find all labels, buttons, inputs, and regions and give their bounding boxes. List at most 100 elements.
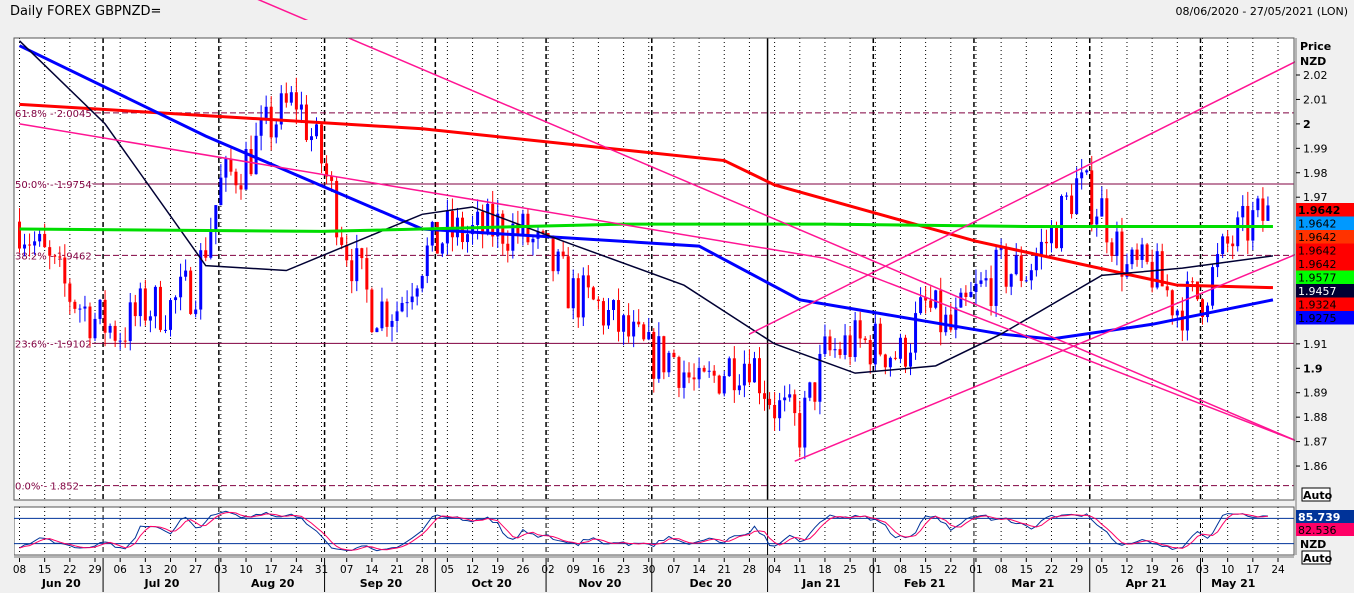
candle-body — [380, 301, 384, 329]
candle-body — [174, 297, 178, 301]
candle-body — [410, 296, 414, 303]
candle — [717, 374, 721, 395]
candle-body — [430, 221, 434, 246]
x-tick-label: 16 — [592, 564, 606, 576]
x-tick-label: 10 — [239, 564, 252, 576]
candle-body — [78, 308, 82, 310]
x-tick-label: 29 — [1070, 564, 1083, 576]
candle-body — [58, 256, 62, 258]
month-label: Mar 21 — [1011, 577, 1054, 590]
x-tick-label: 13 — [139, 564, 152, 576]
candle-body — [1105, 198, 1109, 243]
candle-body — [657, 336, 661, 379]
fib-label: 23.6% - 1.9102 — [15, 339, 92, 350]
candle-body — [88, 306, 92, 339]
candle-body — [868, 340, 872, 365]
candle-body — [360, 248, 364, 259]
candle-body — [239, 185, 243, 190]
candle-body — [939, 290, 943, 333]
candle-body — [1065, 195, 1069, 197]
candle-body — [425, 245, 429, 277]
candle-body — [1165, 286, 1169, 291]
x-tick-label: 22 — [944, 564, 957, 576]
y-tick-label: 1.86 — [1303, 460, 1328, 473]
candle-body — [450, 211, 454, 238]
candle-body — [1246, 205, 1250, 241]
candle-body — [340, 237, 344, 245]
x-tick-label: 05 — [1095, 564, 1108, 576]
candle-body — [798, 413, 802, 448]
x-tick-label: 08 — [894, 564, 907, 576]
candle-body — [969, 291, 973, 298]
candle-body — [254, 135, 258, 175]
candle-body — [808, 382, 812, 398]
candle-body — [486, 203, 490, 235]
candle-body — [833, 349, 837, 351]
candle-body — [18, 221, 21, 249]
x-tick-label: 24 — [1271, 564, 1285, 576]
candle-body — [737, 385, 741, 391]
candle-body — [204, 250, 208, 258]
candle-body — [903, 337, 907, 367]
x-tick-label: 25 — [843, 564, 856, 576]
candle-body — [1019, 255, 1023, 281]
x-tick-label: 31 — [315, 564, 328, 576]
candle — [158, 280, 162, 333]
candle-body — [1231, 243, 1235, 247]
candle-body — [294, 92, 298, 110]
candle-body — [224, 158, 228, 178]
candle-body — [209, 230, 213, 258]
candle-body — [838, 349, 842, 355]
candle-body — [1261, 198, 1265, 221]
x-tick-label: 22 — [1045, 564, 1058, 576]
x-tick-label: 03 — [1196, 564, 1209, 576]
candle-body — [883, 354, 887, 368]
candle-body — [707, 370, 711, 372]
candle-body — [23, 244, 27, 249]
candle-body — [773, 404, 777, 419]
candle-body — [315, 124, 319, 137]
x-tick-label: 30 — [642, 564, 655, 576]
candle-body — [697, 367, 701, 380]
candle-body — [1115, 231, 1119, 257]
price-label: 1.9642 — [1298, 258, 1337, 271]
candle-body — [365, 258, 369, 290]
candle-body — [28, 244, 32, 246]
candle — [1060, 194, 1064, 252]
candle — [934, 289, 938, 310]
month-label: Jan 21 — [801, 577, 840, 590]
x-tick-label: 26 — [516, 564, 530, 576]
x-tick-label: 18 — [818, 564, 831, 576]
x-tick-label: 20 — [164, 564, 177, 576]
x-tick-label: 15 — [919, 564, 932, 576]
x-tick-label: 07 — [340, 564, 353, 576]
candle-body — [1110, 242, 1114, 257]
candle-body — [179, 276, 183, 298]
candle-body — [1090, 170, 1094, 225]
month-label: May 21 — [1211, 577, 1255, 590]
candle-body — [571, 278, 575, 309]
candle-body — [1034, 255, 1038, 271]
candle-body — [320, 124, 324, 164]
x-tick-label: 05 — [441, 564, 454, 576]
candle-body — [1241, 205, 1245, 218]
candle-body — [848, 335, 852, 358]
candle-body — [994, 249, 998, 306]
candle-body — [531, 238, 535, 243]
candle-body — [274, 124, 278, 138]
candle-body — [747, 363, 751, 383]
chart-canvas[interactable]: 61.8% - 2.0045 50.0% - 1.9754 38.2% - 1.94… — [0, 0, 1354, 593]
x-tick-label: 12 — [466, 564, 479, 576]
margin — [0, 20, 1354, 38]
candle-body — [601, 301, 605, 326]
y-tick-label: 1.99 — [1303, 142, 1328, 155]
candle-body — [330, 176, 334, 181]
candle-body — [390, 320, 394, 327]
candle-body — [783, 397, 787, 401]
candle-body — [717, 375, 721, 394]
candle-body — [617, 300, 621, 332]
candle-body — [68, 283, 72, 302]
candle-body — [813, 382, 817, 402]
candle-body — [219, 177, 223, 206]
candle-body — [118, 340, 122, 342]
